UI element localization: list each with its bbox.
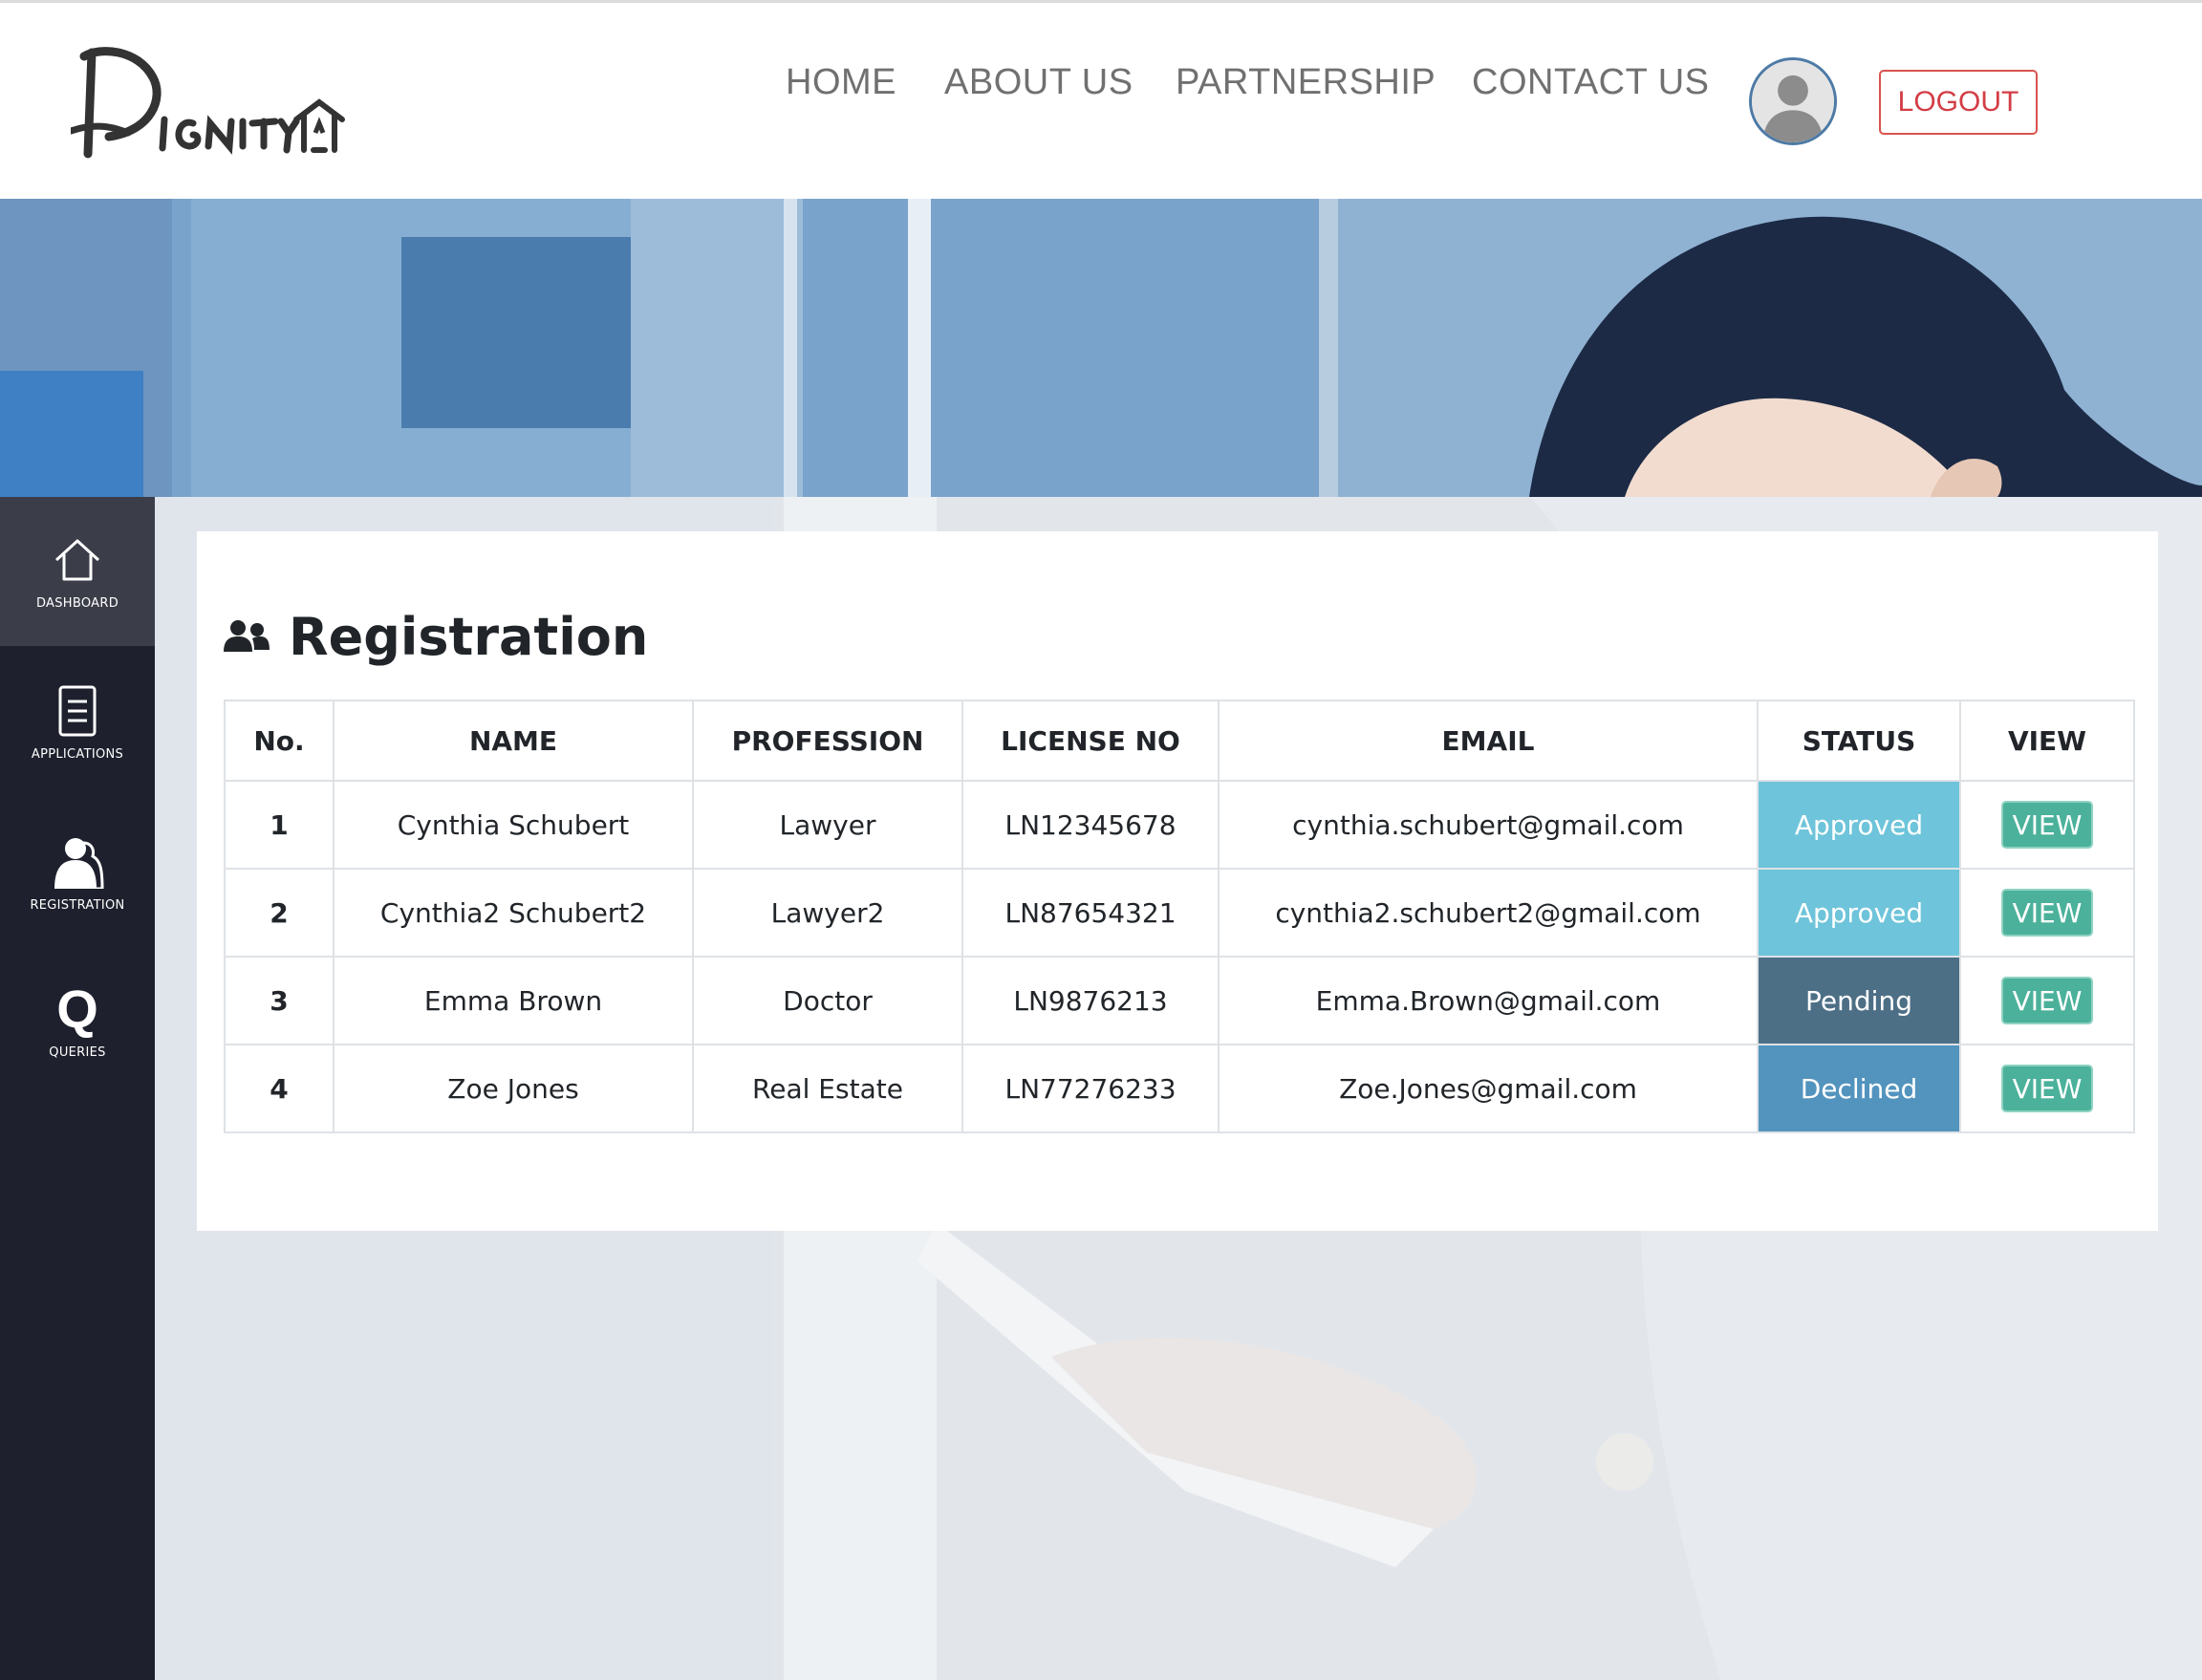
sidebar: DASHBOARD APPLICATIONS REGISTRATION Q QU…	[0, 497, 155, 1680]
table-row: 4 Zoe Jones Real Estate LN77276233 Zoe.J…	[224, 1044, 2135, 1133]
logout-button[interactable]: LOGOUT	[1879, 70, 2038, 135]
nav-contact-us[interactable]: CONTACT US	[1472, 62, 1710, 103]
nav-partnership[interactable]: PARTNERSHIP	[1176, 62, 1436, 103]
cell-email: cynthia2.schubert2@gmail.com	[1218, 868, 1759, 958]
cell-no: 1	[224, 780, 335, 870]
table-row: 2 Cynthia2 Schubert2 Lawyer2 LN87654321 …	[224, 868, 2135, 958]
nav-home[interactable]: HOME	[786, 62, 896, 103]
cell-name: Zoe Jones	[333, 1044, 694, 1133]
cell-view: VIEW	[1959, 868, 2135, 958]
cell-profession: Real Estate	[692, 1044, 963, 1133]
cell-profession: Lawyer2	[692, 868, 963, 958]
logo-mark	[67, 47, 345, 159]
cell-profession: Lawyer	[692, 780, 963, 870]
header-license-no: LICENSE NO	[961, 700, 1220, 782]
status-badge: Approved	[1757, 868, 1961, 958]
user-avatar[interactable]	[1749, 57, 1837, 145]
view-button[interactable]: VIEW	[2001, 889, 2093, 937]
status-badge: Approved	[1757, 780, 1961, 870]
view-button[interactable]: VIEW	[2001, 1065, 2093, 1112]
header-no: No.	[224, 700, 335, 782]
nav-about-us[interactable]: ABOUT US	[944, 62, 1133, 103]
sidebar-item-dashboard[interactable]: DASHBOARD	[0, 497, 155, 646]
table-header-row: No. NAME PROFESSION LICENSE NO EMAIL STA…	[224, 700, 2135, 782]
cell-name: Emma Brown	[333, 956, 694, 1045]
header-email: EMAIL	[1218, 700, 1759, 782]
view-button[interactable]: VIEW	[2001, 801, 2093, 849]
status-badge: Pending	[1757, 956, 1961, 1045]
cell-name: Cynthia2 Schubert2	[333, 868, 694, 958]
dignity-logo[interactable]	[67, 39, 348, 165]
status-badge: Declined	[1757, 1044, 1961, 1133]
home-icon	[51, 533, 104, 587]
hero-banner-image	[0, 199, 2202, 497]
registration-card: Registration No. NAME PROFESSION LICENSE…	[197, 531, 2158, 1231]
sidebar-item-label: APPLICATIONS	[31, 746, 124, 762]
cell-email: cynthia.schubert@gmail.com	[1218, 780, 1759, 870]
document-icon	[51, 684, 104, 738]
card-header: Registration	[224, 603, 648, 670]
cell-name: Cynthia Schubert	[333, 780, 694, 870]
registration-table: No. NAME PROFESSION LICENSE NO EMAIL STA…	[224, 700, 2135, 1133]
cell-view: VIEW	[1959, 956, 2135, 1045]
cell-license: LN77276233	[961, 1044, 1220, 1133]
sidebar-item-label: DASHBOARD	[35, 595, 119, 611]
sidebar-item-applications[interactable]: APPLICATIONS	[0, 648, 155, 797]
users-icon	[224, 619, 270, 654]
header-status: STATUS	[1757, 700, 1961, 782]
view-button[interactable]: VIEW	[2001, 977, 2093, 1024]
cell-view: VIEW	[1959, 780, 2135, 870]
user-icon	[51, 835, 104, 889]
sidebar-item-label: REGISTRATION	[30, 897, 125, 913]
sidebar-item-label: QUERIES	[49, 1045, 106, 1060]
cell-email: Zoe.Jones@gmail.com	[1218, 1044, 1759, 1133]
header-name: NAME	[333, 700, 694, 782]
header-profession: PROFESSION	[692, 700, 963, 782]
sidebar-item-registration[interactable]: REGISTRATION	[0, 799, 155, 948]
cell-license: LN9876213	[961, 956, 1220, 1045]
q-icon: Q	[56, 978, 98, 1039]
cell-view: VIEW	[1959, 1044, 2135, 1133]
cell-email: Emma.Brown@gmail.com	[1218, 956, 1759, 1045]
sidebar-item-queries[interactable]: Q QUERIES	[0, 946, 155, 1095]
top-header: HOME ABOUT US PARTNERSHIP CONTACT US LOG…	[0, 0, 2202, 199]
cell-no: 4	[224, 1044, 335, 1133]
cell-no: 3	[224, 956, 335, 1045]
table-row: 1 Cynthia Schubert Lawyer LN12345678 cyn…	[224, 780, 2135, 870]
avatar-person-icon	[1752, 60, 1834, 142]
cell-license: LN12345678	[961, 780, 1220, 870]
header-view: VIEW	[1959, 700, 2135, 782]
cell-no: 2	[224, 868, 335, 958]
page-title: Registration	[289, 606, 649, 667]
cell-profession: Doctor	[692, 956, 963, 1045]
cell-license: LN87654321	[961, 868, 1220, 958]
table-row: 3 Emma Brown Doctor LN9876213 Emma.Brown…	[224, 956, 2135, 1045]
